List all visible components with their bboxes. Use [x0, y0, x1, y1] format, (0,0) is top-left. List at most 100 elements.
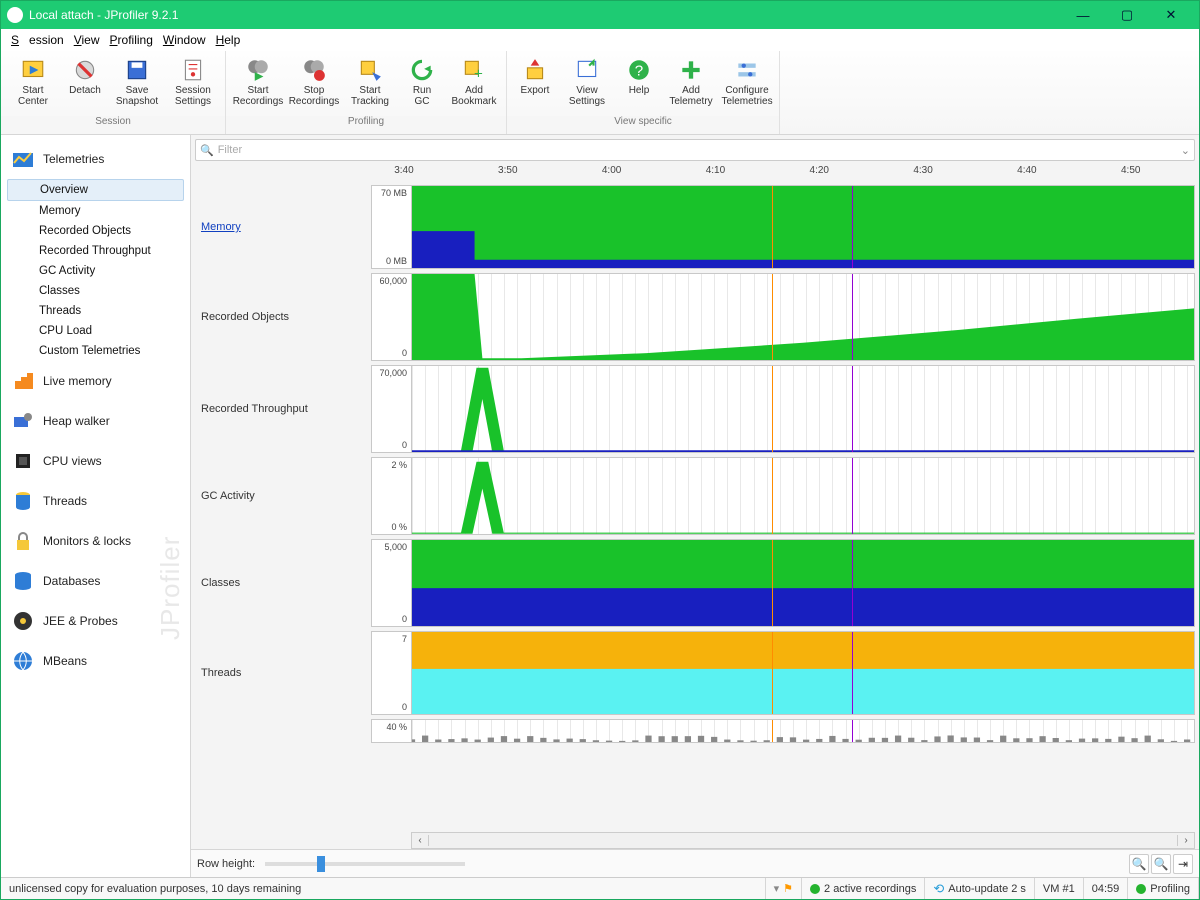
marker-tools[interactable]: ▾ ⚑	[766, 878, 802, 899]
toolbar-stop-rec[interactable]: StopRecordings	[286, 55, 342, 116]
time-tick: 4:50	[1121, 165, 1140, 176]
filter-input[interactable]: 🔍 Filter ⌄	[195, 139, 1195, 161]
sidebar-item-gc-activity[interactable]: GC Activity	[1, 261, 190, 281]
toolbar-conf-tele[interactable]: ConfigureTelemetries	[719, 55, 775, 116]
menu-profiling[interactable]: Profiling	[110, 33, 153, 47]
dropdown-icon[interactable]: ⌄	[1181, 144, 1190, 157]
sidebar-item-recorded-throughput[interactable]: Recorded Throughput	[1, 241, 190, 261]
chart-row-memory: Memory70 MB0 MB	[195, 185, 1195, 273]
scroll-left-icon[interactable]: ‹	[412, 835, 429, 846]
toolbar-run-gc[interactable]: RunGC	[398, 55, 446, 116]
time-tick: 4:20	[810, 165, 829, 176]
y-axis: 5,0000	[371, 539, 411, 627]
chart-plot[interactable]	[411, 273, 1195, 361]
toolbar-add-tele[interactable]: AddTelemetry	[663, 55, 719, 116]
sidebar: TelemetriesOverviewMemoryRecorded Object…	[1, 135, 191, 877]
sidebar-jee[interactable]: JEE & Probes	[1, 601, 190, 641]
statusbar: unlicensed copy for evaluation purposes,…	[1, 877, 1199, 899]
horizontal-scrollbar[interactable]: ‹ ›	[411, 832, 1195, 849]
sidebar-item-custom-telemetries[interactable]: Custom Telemetries	[1, 341, 190, 361]
sidebar-heap-walker[interactable]: Heap walker	[1, 401, 190, 441]
toolbar-detach[interactable]: Detach	[61, 55, 109, 116]
chart-plot[interactable]	[411, 185, 1195, 269]
fit-icon[interactable]: ⇥	[1173, 854, 1193, 874]
sidebar-live-memory[interactable]: Live memory	[1, 361, 190, 401]
menu-session[interactable]: Session	[11, 33, 64, 47]
y-axis: 60,0000	[371, 273, 411, 361]
sidebar-threads[interactable]: Threads	[1, 481, 190, 521]
minimize-button[interactable]: —	[1061, 1, 1105, 29]
time-tick: 4:00	[602, 165, 621, 176]
recordings-status[interactable]: 2 active recordings	[802, 878, 925, 899]
svg-text:+: +	[474, 66, 483, 83]
zoom-out-icon[interactable]: 🔍	[1151, 854, 1171, 874]
mode-status[interactable]: Profiling	[1128, 878, 1199, 899]
menu-help[interactable]: Help	[216, 33, 241, 47]
svg-text:?: ?	[635, 62, 643, 79]
menu-view[interactable]: View	[74, 33, 100, 47]
time-tick: 3:40	[394, 165, 413, 176]
chart-label: Recorded Objects	[195, 273, 371, 361]
toolbar-bookmark[interactable]: +AddBookmark	[446, 55, 502, 116]
maximize-button[interactable]: ▢	[1105, 1, 1149, 29]
y-axis: 70	[371, 631, 411, 715]
y-axis: 70,0000	[371, 365, 411, 453]
charts: Memory70 MB0 MBRecorded Objects60,0000Re…	[195, 185, 1195, 832]
main-area: 🔍 Filter ⌄ 3:40 3:50 4:00 4:10 4:20 4:30 4:40 4…	[191, 135, 1199, 877]
sidebar-item-memory[interactable]: Memory	[1, 201, 190, 221]
toolbar: StartCenterDetachSaveSnapshotSessionSett…	[1, 51, 1199, 135]
chart-label: GC Activity	[195, 457, 371, 535]
y-axis: 2 %0 %	[371, 457, 411, 535]
time-tick: 4:30	[913, 165, 932, 176]
sidebar-monitors[interactable]: Monitors & locks	[1, 521, 190, 561]
sidebar-item-classes[interactable]: Classes	[1, 281, 190, 301]
toolbar-save-snapshot[interactable]: SaveSnapshot	[109, 55, 165, 116]
y-axis: 70 MB0 MB	[371, 185, 411, 269]
toolbar-export[interactable]: Export	[511, 55, 559, 116]
chart-label: Memory	[195, 185, 371, 269]
time-tick: 4:10	[706, 165, 725, 176]
chart-plot[interactable]	[411, 457, 1195, 535]
toolbar-help[interactable]: ?Help	[615, 55, 663, 116]
scroll-right-icon[interactable]: ›	[1177, 835, 1194, 846]
toolbar-start-center[interactable]: StartCenter	[5, 55, 61, 116]
chart-row-classes: Classes5,0000	[195, 539, 1195, 631]
row-height-bar: Row height: 🔍 🔍 ⇥	[191, 849, 1199, 877]
sidebar-item-threads[interactable]: Threads	[1, 301, 190, 321]
sidebar-mbeans[interactable]: MBeans	[1, 641, 190, 681]
sidebar-databases[interactable]: Databases	[1, 561, 190, 601]
toolbar-start-rec[interactable]: StartRecordings	[230, 55, 286, 116]
close-button[interactable]: ✕	[1149, 1, 1193, 29]
chart-plot[interactable]	[411, 365, 1195, 453]
app-icon	[7, 7, 23, 23]
toolbar-session-settings[interactable]: SessionSettings	[165, 55, 221, 116]
sidebar-item-overview[interactable]: Overview	[7, 179, 184, 201]
sidebar-cpu-views[interactable]: CPU views	[1, 441, 190, 481]
time-tick: 4:40	[1017, 165, 1036, 176]
license-status: unlicensed copy for evaluation purposes,…	[1, 878, 766, 899]
chart-plot[interactable]	[411, 719, 1195, 743]
window-title: Local attach - JProfiler 9.2.1	[29, 8, 178, 22]
chart-plot[interactable]	[411, 539, 1195, 627]
chart-row-recorded-objects: Recorded Objects60,0000	[195, 273, 1195, 365]
chart-row-gc-activity: GC Activity2 %0 %	[195, 457, 1195, 539]
sidebar-item-recorded-objects[interactable]: Recorded Objects	[1, 221, 190, 241]
row-height-slider[interactable]	[265, 862, 465, 866]
sidebar-item-cpu-load[interactable]: CPU Load	[1, 321, 190, 341]
titlebar: Local attach - JProfiler 9.2.1 — ▢ ✕	[1, 1, 1199, 29]
chart-plot[interactable]	[411, 631, 1195, 715]
search-icon: 🔍	[200, 144, 214, 157]
time-tick: 3:50	[498, 165, 517, 176]
zoom-in-icon[interactable]: 🔍	[1129, 854, 1149, 874]
toolbar-view-settings[interactable]: ViewSettings	[559, 55, 615, 116]
time-axis: 3:40 3:50 4:00 4:10 4:20 4:30 4:40 4:50	[371, 165, 1195, 185]
sidebar-telemetries[interactable]: Telemetries	[1, 139, 190, 179]
chart-label	[195, 719, 371, 743]
menu-window[interactable]: Window	[163, 33, 206, 47]
time-status: 04:59	[1084, 878, 1129, 899]
chart-row-recorded-throughput: Recorded Throughput70,0000	[195, 365, 1195, 457]
toolbar-start-track[interactable]: StartTracking	[342, 55, 398, 116]
menubar: Session View Profiling Window Help	[1, 29, 1199, 51]
chart-label: Classes	[195, 539, 371, 627]
auto-update-status[interactable]: ⟲Auto-update 2 s	[925, 878, 1035, 899]
